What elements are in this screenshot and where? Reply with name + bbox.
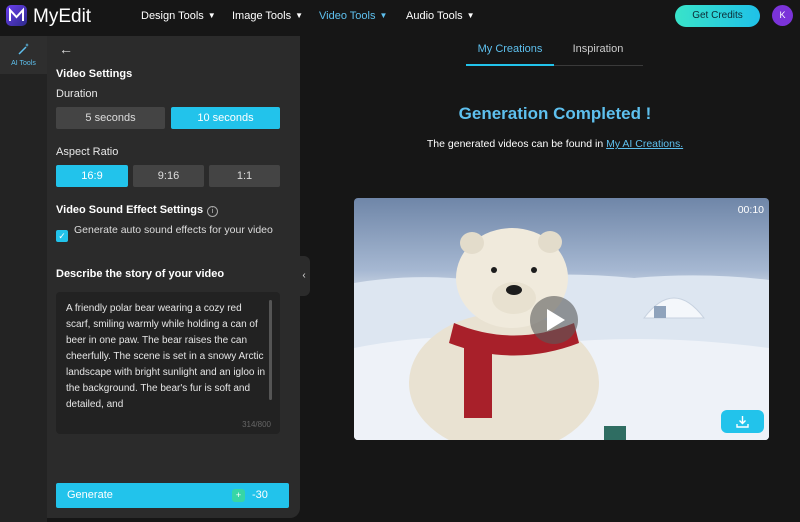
chevron-down-icon: ▼ [379, 11, 388, 20]
rail-item-ai-tools[interactable]: AI Tools [0, 36, 47, 74]
my-ai-creations-link[interactable]: My AI Creations. [606, 138, 683, 150]
nav-video-tools[interactable]: Video Tools ▼ [319, 10, 387, 22]
sound-settings-heading-text: Video Sound Effect Settings [56, 204, 204, 216]
sound-settings-heading: Video Sound Effect Settings i [56, 204, 219, 217]
video-settings-panel: ← Video Settings Duration 5 seconds 10 s… [47, 36, 300, 518]
nav-label: Audio Tools [406, 10, 463, 22]
nav-design-tools[interactable]: Design Tools ▼ [141, 10, 216, 22]
duration-label: Duration [56, 88, 98, 100]
generation-message-text: The generated videos can be found in [426, 138, 604, 150]
play-button[interactable] [530, 296, 578, 344]
play-icon [547, 309, 565, 331]
nav-image-tools[interactable]: Image Tools ▼ [232, 10, 303, 22]
generate-button[interactable]: Generate + -30 [56, 483, 289, 508]
active-tab-indicator [466, 64, 554, 66]
chevron-down-icon: ▼ [466, 11, 475, 20]
story-text[interactable]: A friendly polar bear wearing a cozy red… [66, 301, 266, 413]
story-heading: Describe the story of your video [56, 268, 225, 280]
nav-label: Design Tools [141, 10, 204, 22]
character-count: 314/800 [242, 420, 271, 429]
tab-inspiration[interactable]: Inspiration [554, 43, 642, 55]
story-scrollbar-thumb[interactable] [269, 300, 272, 400]
generation-completed-heading: Generation Completed ! [458, 104, 652, 123]
back-arrow-icon[interactable]: ← [59, 41, 73, 57]
video-settings-heading: Video Settings [56, 68, 133, 80]
aspect-ratio-label: Aspect Ratio [56, 146, 119, 158]
download-button[interactable] [721, 410, 764, 433]
sound-effects-checkbox[interactable]: ✓ [56, 230, 68, 242]
video-duration: 00:10 [737, 204, 764, 216]
get-credits-button[interactable]: Get Credits [675, 5, 760, 27]
aspect-1-1-button[interactable]: 1:1 [209, 165, 280, 187]
sound-effects-checkbox-label[interactable]: Generate auto sound effects for your vid… [74, 223, 274, 237]
duration-5s-button[interactable]: 5 seconds [56, 107, 165, 129]
download-icon [736, 416, 749, 428]
aspect-9-16-button[interactable]: 9:16 [133, 165, 204, 187]
magic-wand-icon [17, 42, 31, 56]
nav-label: Image Tools [232, 10, 292, 22]
info-icon[interactable]: i [207, 206, 219, 217]
collapse-panel-button[interactable]: ‹ [298, 256, 310, 296]
aspect-16-9-button[interactable]: 16:9 [56, 165, 128, 187]
story-scrollbar[interactable] [269, 300, 272, 400]
myedit-logo-icon[interactable] [6, 5, 27, 26]
nav-label: Video Tools [319, 10, 376, 22]
duration-10s-button[interactable]: 10 seconds [171, 107, 280, 129]
generate-label: Generate [67, 489, 113, 501]
credit-icon: + [232, 489, 245, 502]
app-name[interactable]: MyEdit [33, 6, 91, 28]
generation-message: The generated videos can be found in My … [330, 138, 780, 150]
rail-item-label: AI Tools [11, 60, 36, 67]
top-navigation-bar: MyEdit Design Tools ▼ Image Tools ▼ Video … [0, 0, 800, 36]
left-rail: AI Tools [0, 36, 47, 522]
user-avatar[interactable]: K [772, 5, 793, 26]
chevron-down-icon: ▼ [295, 11, 304, 20]
video-preview[interactable]: 00:10 [354, 198, 769, 440]
chevron-down-icon: ▼ [207, 11, 216, 20]
nav-audio-tools[interactable]: Audio Tools ▼ [406, 10, 475, 22]
tab-my-creations[interactable]: My Creations [466, 43, 554, 55]
credit-cost: -30 [252, 489, 268, 501]
story-textarea[interactable]: A friendly polar bear wearing a cozy red… [56, 292, 280, 434]
